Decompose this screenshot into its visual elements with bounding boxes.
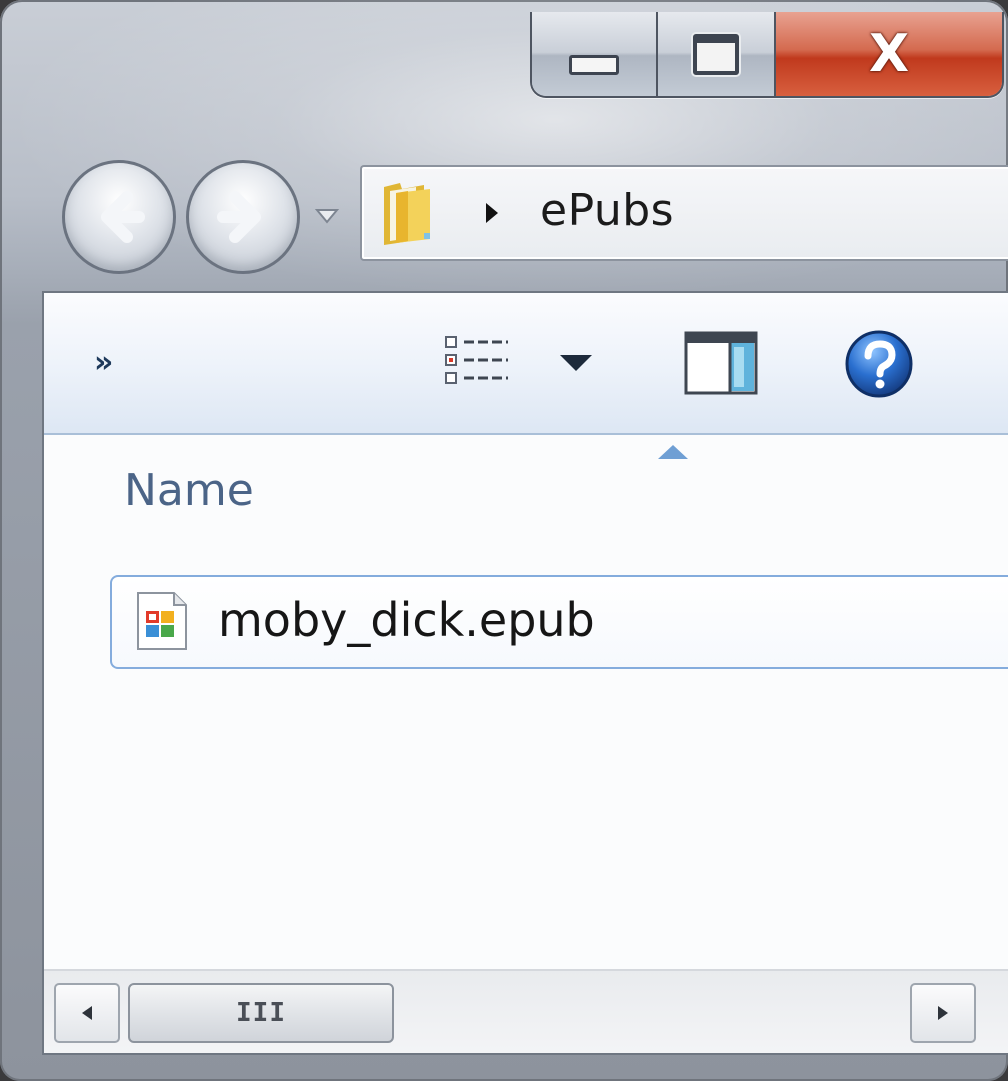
arrow-left-icon: [82, 1006, 92, 1020]
horizontal-scrollbar[interactable]: III: [44, 969, 1008, 1053]
explorer-window: X ePubs » Name moby_dick.epub III: [0, 0, 1008, 1081]
recent-pages-button[interactable]: [312, 200, 342, 230]
minimize-icon: [569, 55, 619, 75]
address-bar[interactable]: ePubs: [360, 165, 1008, 261]
scroll-thumb[interactable]: III: [128, 983, 394, 1043]
views-dropdown-icon[interactable]: [558, 353, 594, 373]
chevron-down-icon: [314, 209, 340, 224]
back-button[interactable]: [62, 160, 176, 274]
close-button[interactable]: X: [776, 12, 1002, 96]
close-icon: X: [868, 24, 910, 84]
content-pane: » Name moby_dick.epub III: [42, 291, 1008, 1055]
details-view-icon[interactable]: [442, 333, 512, 389]
epub-file-icon: [137, 592, 187, 650]
file-name: moby_dick.epub: [218, 593, 595, 647]
arrow-right-icon: [938, 1006, 948, 1020]
scroll-left-button[interactable]: [54, 983, 120, 1043]
breadcrumb-epubs[interactable]: ePubs: [540, 185, 674, 236]
file-row[interactable]: moby_dick.epub: [110, 575, 1008, 669]
folder-icon: [384, 183, 430, 245]
toolbar-overflow-button[interactable]: »: [94, 345, 113, 380]
forward-arrow-icon: [217, 191, 261, 243]
preview-pane-icon[interactable]: [684, 331, 758, 395]
scroll-right-button[interactable]: [910, 983, 976, 1043]
back-arrow-icon: [101, 191, 145, 243]
caption-buttons: X: [530, 12, 1004, 98]
thumb-grip: III: [236, 998, 286, 1028]
sort-ascending-icon: [658, 445, 688, 459]
maximize-button[interactable]: [658, 12, 776, 96]
forward-button[interactable]: [186, 160, 300, 274]
command-bar: »: [44, 293, 1008, 435]
column-header-name[interactable]: Name: [124, 465, 254, 516]
breadcrumb-arrow-icon[interactable]: [484, 201, 500, 225]
help-icon[interactable]: [844, 329, 914, 399]
maximize-icon: [693, 33, 739, 75]
minimize-button[interactable]: [532, 12, 658, 96]
